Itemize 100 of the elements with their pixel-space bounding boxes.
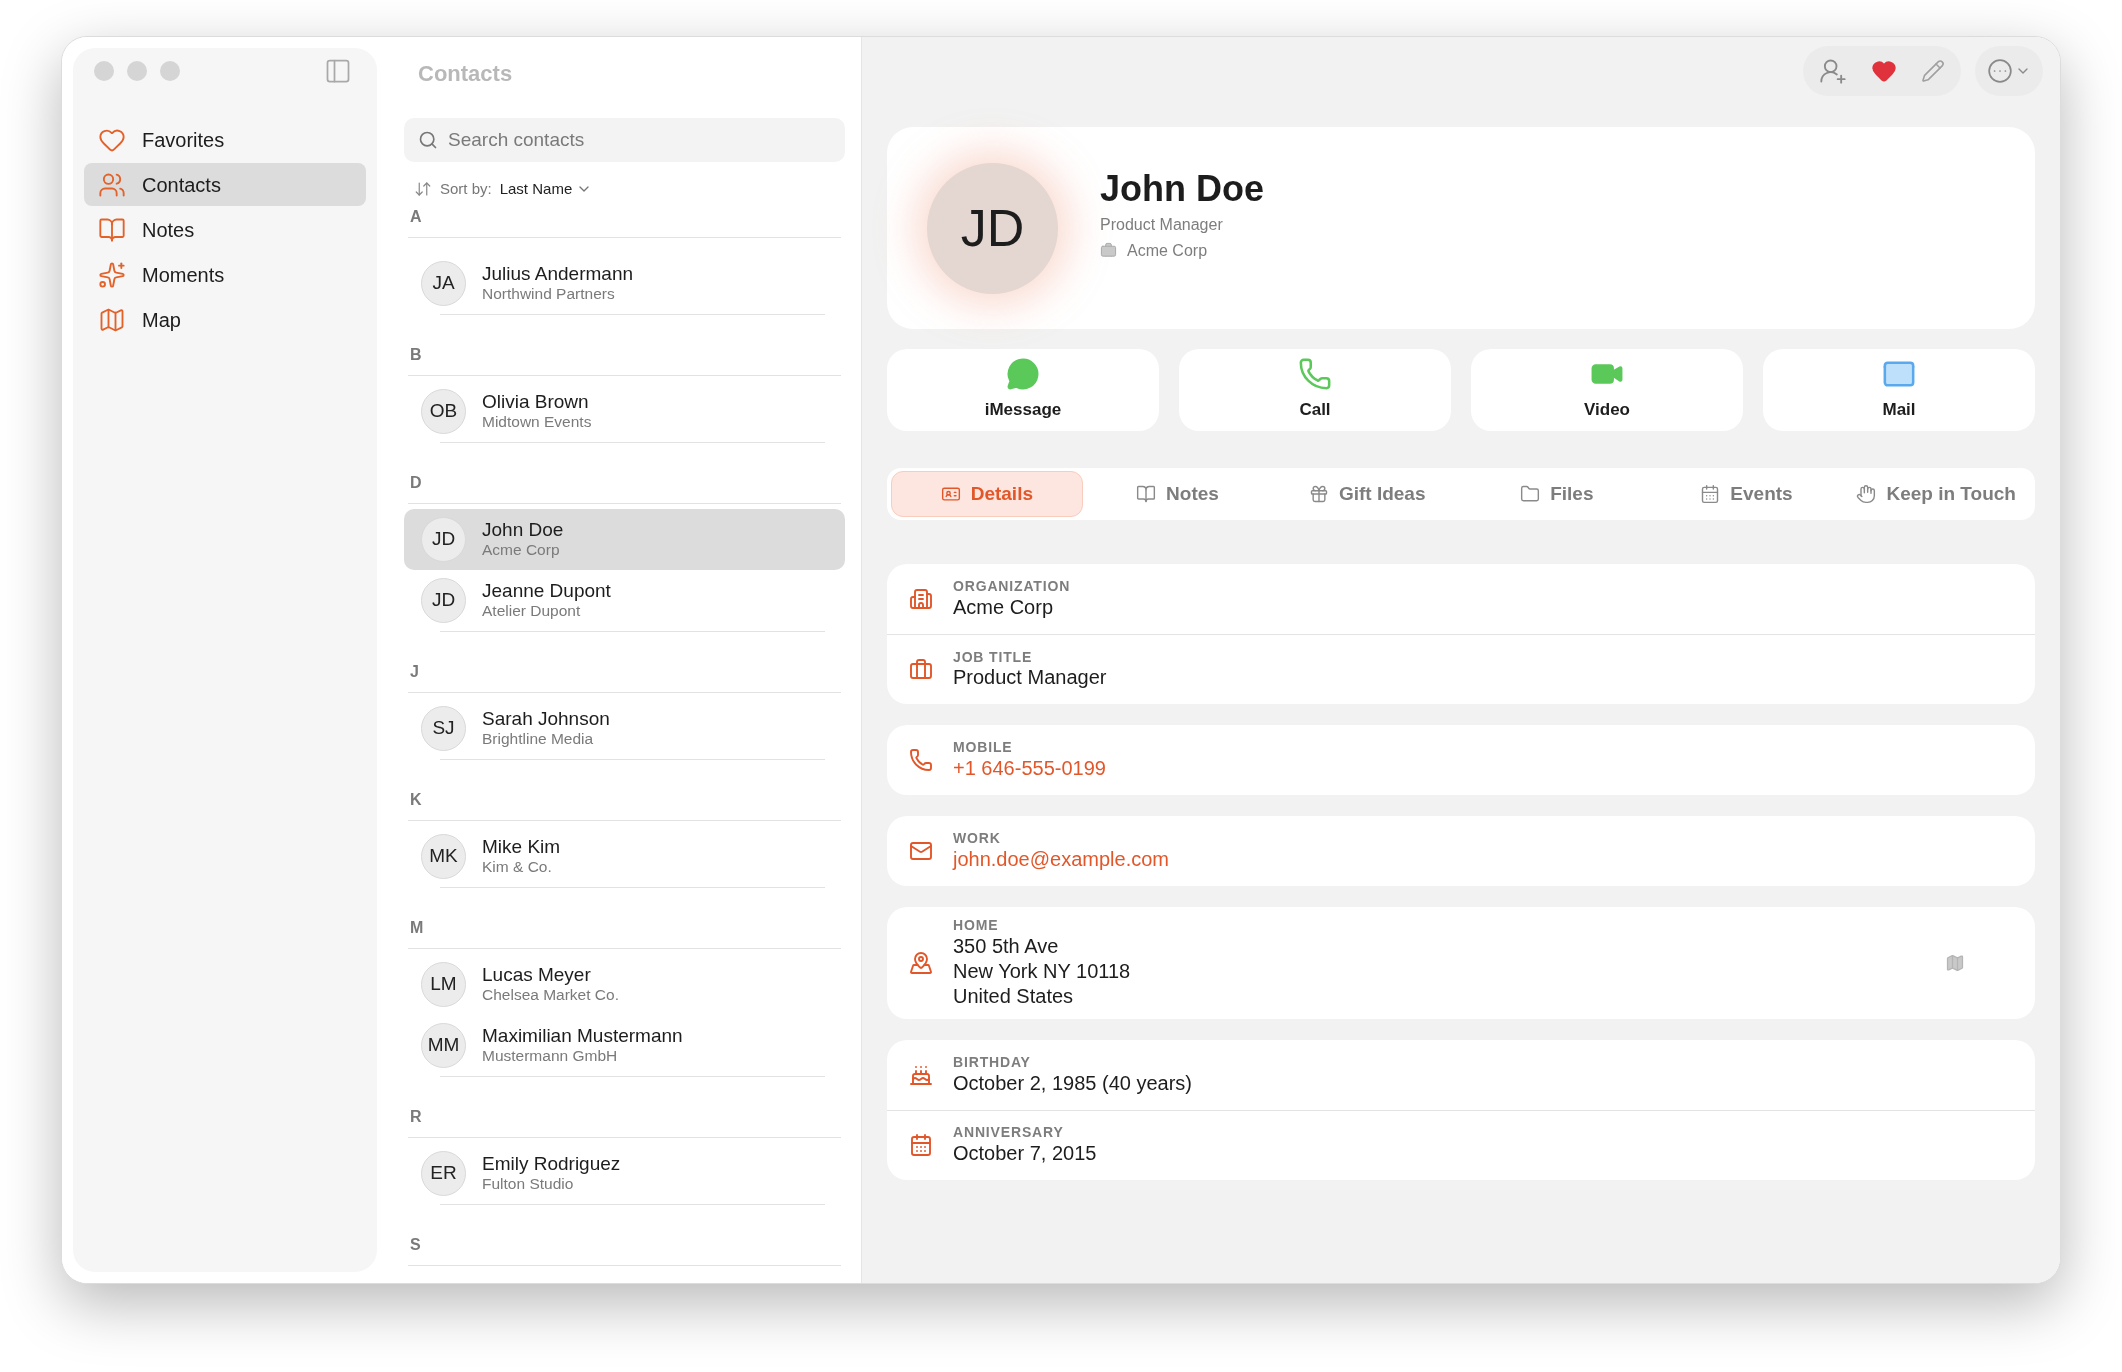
avatar: ER bbox=[421, 1150, 466, 1196]
section-letter: A bbox=[409, 206, 422, 227]
contact-name: Lucas Meyer bbox=[482, 964, 592, 986]
avatar: OB bbox=[421, 388, 466, 434]
contact-company: Chelsea Market Co. bbox=[482, 986, 619, 1004]
contact-name: Julius Andermann bbox=[482, 263, 634, 285]
field-label: JOB TITLE bbox=[953, 648, 1034, 666]
avatar: MM bbox=[421, 1022, 466, 1068]
phone-icon bbox=[1298, 357, 1332, 392]
field-label: HOME bbox=[953, 917, 1000, 934]
map-icon[interactable] bbox=[1945, 952, 1965, 973]
contact-row[interactable]: JA Julius Andermann Northwind Partners bbox=[404, 252, 845, 314]
add-person-icon[interactable] bbox=[1819, 57, 1847, 85]
contact-name: John Doe bbox=[482, 519, 564, 541]
sidebar-item[interactable]: Notes bbox=[84, 208, 366, 251]
contact-row[interactable]: OB Olivia Brown Midtown Events bbox=[404, 380, 845, 442]
contact-name: John Doe bbox=[1100, 167, 1264, 211]
field-link[interactable]: +1 646-555-0199 bbox=[953, 755, 1106, 781]
briefcase-icon bbox=[909, 657, 933, 682]
tab[interactable]: Files bbox=[1462, 471, 1652, 517]
contact-name: Olivia Brown bbox=[482, 391, 590, 413]
sidebar-item[interactable]: Moments bbox=[84, 253, 366, 296]
calendar-icon bbox=[909, 1133, 933, 1158]
book-icon bbox=[1136, 484, 1157, 504]
company-name: Acme Corp bbox=[1127, 240, 1208, 261]
field-value: October 2, 1985 (40 years) bbox=[953, 1070, 1193, 1096]
contact-row[interactable]: JD Jeanne Dupont Atelier Dupont bbox=[404, 569, 845, 631]
section-letter: S bbox=[409, 1234, 421, 1255]
contact-name: Maximilian Mustermann bbox=[482, 1025, 683, 1047]
sidebar-item[interactable]: Favorites bbox=[84, 118, 366, 161]
list-title: Contacts bbox=[417, 60, 514, 88]
search-field[interactable]: Search contacts bbox=[404, 118, 845, 162]
hand-icon bbox=[1856, 484, 1877, 504]
section-letter: M bbox=[409, 917, 424, 938]
section-letter: K bbox=[409, 789, 422, 810]
field-value: Acme Corp bbox=[953, 594, 1055, 620]
sort-icon bbox=[414, 180, 432, 199]
action-button[interactable]: Video bbox=[1471, 349, 1743, 431]
avatar: JD bbox=[421, 577, 466, 623]
field-value: United States bbox=[953, 983, 1075, 1009]
building-icon bbox=[909, 587, 933, 611]
tab[interactable]: Gift Ideas bbox=[1272, 471, 1462, 517]
field-label: BIRTHDAY bbox=[953, 1053, 1032, 1071]
field-value: Product Manager bbox=[953, 665, 1108, 691]
zoom-window-icon[interactable] bbox=[160, 61, 180, 81]
avatar: JA bbox=[421, 260, 466, 306]
contact-row[interactable]: JD John Doe Acme Corp bbox=[404, 508, 845, 570]
tab[interactable]: Keep in Touch bbox=[1841, 471, 2032, 517]
more-menu-button[interactable] bbox=[1975, 46, 2043, 96]
contact-row[interactable]: MM Maximilian Mustermann Mustermann GmbH bbox=[404, 1014, 845, 1076]
contact-row[interactable]: LM Lucas Meyer Chelsea Market Co. bbox=[404, 953, 845, 1015]
search-icon bbox=[418, 130, 438, 150]
action-button[interactable]: Mail bbox=[1763, 349, 2035, 431]
briefcase-icon bbox=[1100, 242, 1117, 260]
field-label: WORK bbox=[953, 830, 1002, 847]
phone-icon bbox=[909, 748, 933, 772]
avatar: MK bbox=[421, 833, 466, 879]
action-button[interactable]: Call bbox=[1179, 349, 1451, 431]
action-button[interactable]: iMessage bbox=[887, 349, 1159, 431]
contact-name: Jeanne Dupont bbox=[482, 580, 611, 602]
contact-name: Emily Rodriguez bbox=[482, 1153, 621, 1175]
mail-icon bbox=[909, 839, 933, 863]
gift-icon bbox=[1308, 484, 1329, 504]
field-label: ANNIVERSARY bbox=[953, 1124, 1065, 1142]
job-title: Product Manager bbox=[1100, 214, 1224, 235]
field-link[interactable]: john.doe@example.com bbox=[953, 846, 1169, 872]
contact-row[interactable]: ER Emily Rodriguez Fulton Studio bbox=[404, 1142, 845, 1204]
sidebar-item[interactable]: Map bbox=[84, 298, 366, 341]
contact-row[interactable]: SJ Sarah Johnson Brightline Media bbox=[404, 697, 845, 759]
calendar-icon bbox=[1700, 484, 1721, 504]
speech-bubble-icon bbox=[1006, 357, 1040, 392]
section-letter: R bbox=[409, 1106, 422, 1127]
contact-company: Brightline Media bbox=[482, 730, 595, 748]
sort-label: Sort by: bbox=[440, 179, 492, 199]
contact-name: Sarah Johnson bbox=[482, 708, 610, 730]
avatar: LM bbox=[421, 961, 466, 1007]
field-label: MOBILE bbox=[953, 739, 1014, 756]
sidebar-item[interactable]: Contacts bbox=[84, 163, 366, 206]
id-card-icon bbox=[940, 484, 961, 504]
avatar: SJ bbox=[421, 705, 466, 751]
contact-company: Acme Corp bbox=[482, 541, 561, 559]
contact-row[interactable]: MK Mike Kim Kim & Co. bbox=[404, 825, 845, 887]
contact-company: Northwind Partners bbox=[482, 285, 616, 303]
avatar: JD bbox=[927, 162, 1058, 294]
field-value: October 7, 2015 bbox=[953, 1141, 1098, 1167]
heart-icon[interactable] bbox=[1871, 58, 1897, 84]
sort-dropdown[interactable]: Last Name bbox=[499, 178, 593, 201]
tab[interactable]: Events bbox=[1651, 471, 1842, 517]
field-label: ORGANIZATION bbox=[953, 578, 1072, 595]
minimize-window-icon[interactable] bbox=[127, 61, 147, 81]
section-letter: D bbox=[409, 472, 422, 493]
pencil-icon[interactable] bbox=[1921, 59, 1945, 83]
avatar: JD bbox=[421, 516, 466, 562]
section-letter: B bbox=[409, 344, 422, 365]
tab[interactable]: Notes bbox=[1082, 471, 1273, 517]
close-window-icon[interactable] bbox=[94, 61, 114, 81]
field-value: 350 5th Ave bbox=[953, 933, 1060, 959]
sidebar-toggle-icon[interactable] bbox=[324, 57, 352, 85]
contact-company: Midtown Events bbox=[482, 413, 592, 431]
folder-icon bbox=[1520, 484, 1541, 504]
